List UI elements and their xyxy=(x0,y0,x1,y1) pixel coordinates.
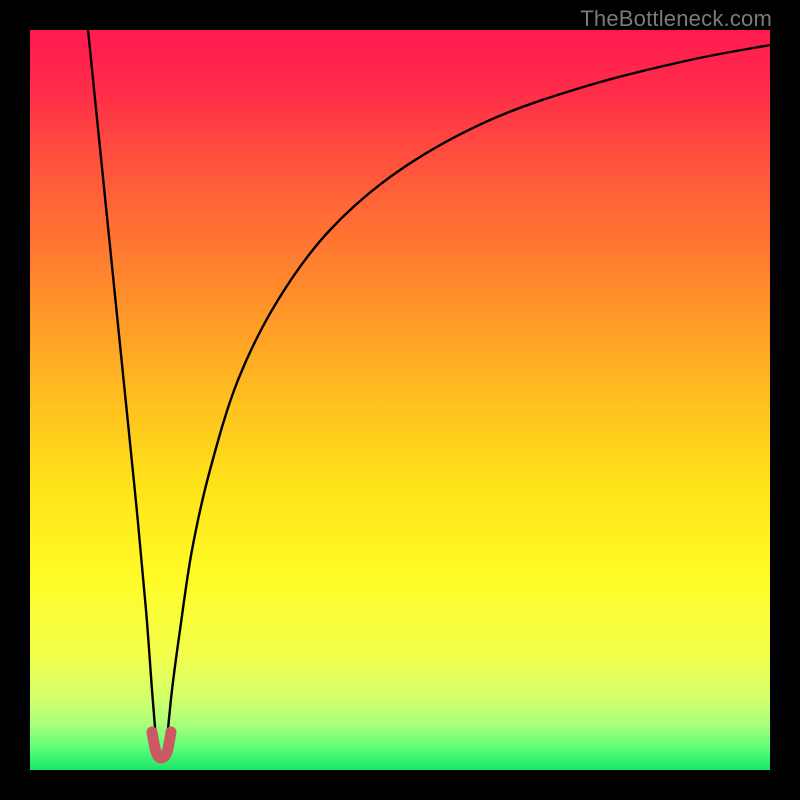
curve-layer xyxy=(30,30,770,770)
chart-frame: TheBottleneck.com xyxy=(0,0,800,800)
curve-left-branch xyxy=(88,30,156,740)
watermark-text: TheBottleneck.com xyxy=(580,6,772,32)
valley-notch xyxy=(152,732,171,758)
plot-area xyxy=(30,30,770,770)
curve-right-branch xyxy=(167,45,770,740)
